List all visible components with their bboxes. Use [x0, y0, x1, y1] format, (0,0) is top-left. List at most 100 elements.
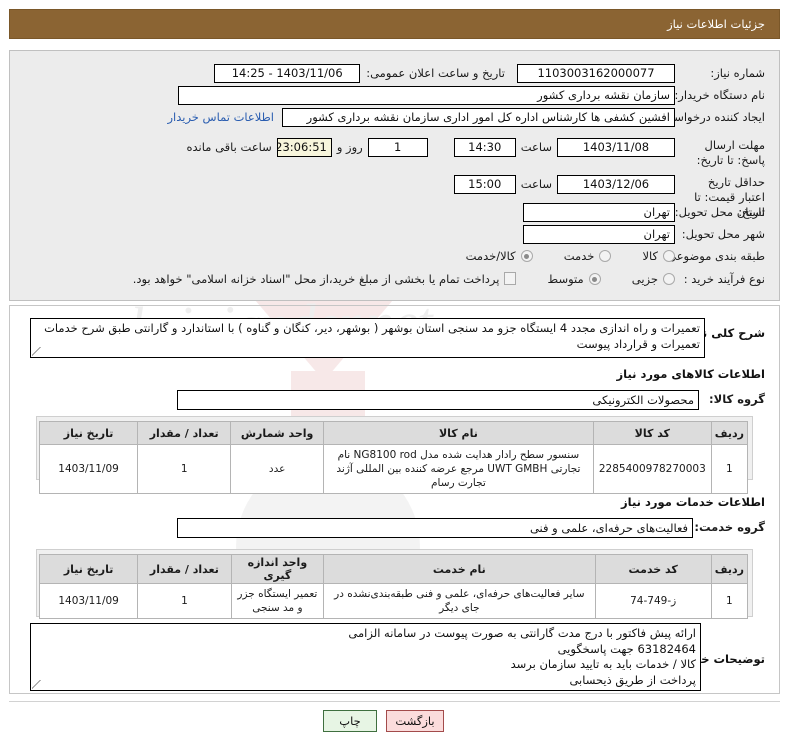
services-table-header-row: ردیف کد خدمت نام خدمت واحد اندازه گیری ت… [38, 554, 749, 584]
radio-icon[interactable] [663, 273, 675, 285]
goods-cell-index: 1 [710, 444, 749, 494]
islamic-treasury-checkbox-option[interactable]: پرداخت تمام یا بخشی از مبلغ خرید،از محل … [133, 272, 517, 286]
goods-col-qty: تعداد / مقدار [137, 421, 232, 445]
response-deadline-time-label: ساعت [520, 140, 552, 154]
subject-class-option-goods-service-label: کالا/خدمت [465, 249, 516, 263]
delivery-province-field[interactable]: تهران [523, 203, 675, 222]
radio-icon[interactable] [599, 250, 612, 262]
buyer-notes-line-3: کالا / خدمات باید به تایید سازمان برسد [510, 657, 696, 671]
row-response-deadline: مهلت ارسال پاسخ: تا تاریخ: 1403/11/08 سا… [186, 138, 765, 168]
goods-table-wrapper: ردیف کد کالا نام کالا واحد شمارش تعداد /… [36, 416, 753, 494]
goods-col-unit: واحد شمارش [230, 421, 324, 445]
goods-group-field[interactable]: محصولات الکترونیکی [177, 390, 699, 410]
checkbox-icon[interactable] [504, 272, 517, 285]
buyer-notes-line-2: 63182464 جهت پاسخگویی [557, 641, 696, 656]
services-col-index: ردیف [710, 554, 749, 584]
row-subject-class: طبقه بندی موضوعی: کالا خدمت کالا/خدمت [440, 247, 765, 266]
goods-section-heading: اطلاعات کالاهای مورد نیاز [616, 367, 765, 381]
countdown-suffix-label: ساعت باقی مانده [186, 140, 272, 154]
purchase-process-option-minor-label: جزیی [631, 272, 658, 286]
goods-cell-code: 2285400978270003 [592, 444, 712, 494]
services-col-qty: تعداد / مقدار [137, 554, 232, 584]
subject-class-options: کالا خدمت کالا/خدمت [440, 247, 675, 266]
services-cell-index: 1 [710, 583, 749, 619]
delivery-province-label: استان محل تحویل: [674, 205, 765, 219]
goods-cell-qty: 1 [137, 444, 232, 494]
purchase-process-option-medium-label: متوسط [547, 272, 584, 286]
subject-class-option-service-label: خدمت [563, 249, 595, 263]
islamic-treasury-checkbox-label: پرداخت تمام یا بخشی از مبلغ خرید،از محل … [132, 271, 500, 286]
countdown-field: 23:06:51 [276, 138, 332, 157]
requester-label: ایجاد کننده درخواست: [659, 110, 765, 124]
subject-class-label: طبقه بندی موضوعی: [663, 249, 765, 263]
back-button[interactable]: بازگشت [386, 710, 444, 732]
buyer-notes-textarea[interactable]: ارائه پیش فاکتور با درج مدت گارانتی به ص… [30, 623, 701, 691]
buyer-contact-link[interactable]: اطلاعات تماس خریدار [167, 108, 274, 127]
services-col-date: تاریخ نیاز [38, 554, 139, 584]
radio-icon[interactable] [663, 250, 675, 262]
response-deadline-date-field[interactable]: 1403/11/08 [557, 138, 675, 157]
requester-field[interactable]: افشین کشفی ها کارشناس اداره کل امور ادار… [282, 108, 675, 127]
services-group-label: گروه خدمت: [694, 520, 765, 534]
purchase-process-option-minor[interactable]: جزیی [632, 272, 675, 286]
row-goods-group: گروه کالا: محصولات الکترونیکی [177, 390, 765, 410]
response-deadline-time-field[interactable]: 14:30 [453, 138, 516, 157]
need-number-field[interactable]: 1103003162000077 [517, 64, 675, 83]
purchase-process-label: نوع فرآیند خرید : [683, 272, 765, 286]
goods-col-code: کد کالا [592, 421, 712, 445]
buyer-org-label: نام دستگاه خریدار: [674, 88, 765, 102]
price-validity-date-field[interactable]: 1403/12/06 [557, 175, 675, 194]
table-row[interactable]: 1 2285400978270003 سنسور سطح رادار هدایت… [38, 444, 749, 494]
purchase-process-option-medium[interactable]: متوسط [548, 272, 601, 286]
print-button[interactable]: چاپ [323, 710, 377, 732]
services-col-name: نام خدمت [323, 554, 596, 584]
delivery-city-label: شهر محل تحویل: [681, 227, 765, 241]
announce-datetime-label: تاریخ و ساعت اعلان عمومی: [366, 66, 505, 80]
buyer-notes-line-1: ارائه پیش فاکتور با درج مدت گارانتی به ص… [348, 626, 696, 640]
services-cell-qty: 1 [137, 583, 232, 619]
buyer-notes-line-4: پرداخت از طریق ذیحسابی [569, 672, 696, 687]
row-requester: ایجاد کننده درخواست: افشین کشفی ها کارشن… [167, 108, 765, 127]
services-group-field[interactable]: فعالیت‌های حرفه‌ای، علمی و فنی [177, 518, 693, 538]
remaining-days-field[interactable]: 1 [367, 138, 428, 157]
goods-col-date: تاریخ نیاز [38, 421, 139, 445]
days-separator-label: روز و [336, 140, 363, 154]
subject-class-option-goods-service[interactable]: کالا/خدمت [466, 249, 533, 263]
row-delivery-province: استان محل تحویل: تهران [523, 203, 765, 222]
subject-class-option-service[interactable]: خدمت [564, 249, 612, 263]
buyer-org-field[interactable]: سازمان نقشه برداری کشور [178, 86, 675, 105]
subject-class-option-goods-label: کالا [642, 249, 658, 263]
services-cell-code: ز-749-74 [594, 583, 712, 619]
services-table-wrapper: ردیف کد خدمت نام خدمت واحد اندازه گیری ت… [36, 549, 753, 619]
goods-cell-name: سنسور سطح رادار هدایت شده مدل NG8100 rod… [322, 444, 594, 494]
price-validity-time-field[interactable]: 15:00 [453, 175, 516, 194]
goods-table: ردیف کد کالا نام کالا واحد شمارش تعداد /… [38, 421, 749, 494]
subject-class-option-goods[interactable]: کالا [642, 249, 675, 263]
radio-selected-icon[interactable] [588, 273, 601, 285]
delivery-city-field[interactable]: تهران [523, 225, 675, 244]
services-col-code: کد خدمت [594, 554, 712, 584]
services-cell-date: 1403/11/09 [38, 583, 139, 619]
price-validity-time-label: ساعت [520, 177, 552, 191]
row-purchase-process: نوع فرآیند خرید : جزیی متوسط پرداخت تمام… [133, 270, 765, 289]
services-table: ردیف کد خدمت نام خدمت واحد اندازه گیری ت… [38, 554, 749, 619]
row-buyer-org: نام دستگاه خریدار: سازمان نقشه برداری کش… [178, 86, 765, 105]
goods-col-index: ردیف [710, 421, 749, 445]
need-number-label: شماره نیاز: [710, 66, 765, 80]
goods-col-name: نام کالا [322, 421, 594, 445]
row-need-number: شماره نیاز: 1103003162000077 تاریخ و ساع… [214, 64, 765, 83]
services-cell-name: سایر فعالیت‌های حرفه‌ای، علمی و فنی طبقه… [323, 583, 596, 619]
goods-group-label: گروه کالا: [709, 392, 765, 406]
row-services-group: گروه خدمت: فعالیت‌های حرفه‌ای، علمی و فن… [177, 518, 765, 538]
goods-cell-unit: عدد [230, 444, 324, 494]
services-cell-unit: تعمیر ایستگاه جزر و مد سنجی [230, 583, 325, 619]
need-description-textarea[interactable]: تعمیرات و راه اندازی مجدد 4 ایستگاه جزو … [30, 318, 705, 358]
table-row[interactable]: 1 ز-749-74 سایر فعالیت‌های حرفه‌ای، علمی… [38, 583, 749, 619]
row-delivery-city: شهر محل تحویل: تهران [523, 225, 765, 244]
footer-divider [9, 701, 780, 702]
page-title: جزئیات اطلاعات نیاز [9, 9, 780, 39]
services-col-unit: واحد اندازه گیری [230, 554, 325, 584]
purchase-process-options: جزیی متوسط پرداخت تمام یا بخشی از مبلغ خ… [133, 270, 675, 289]
radio-selected-icon[interactable] [520, 250, 533, 262]
announce-datetime-field[interactable]: 1403/11/06 - 14:25 [214, 64, 361, 83]
